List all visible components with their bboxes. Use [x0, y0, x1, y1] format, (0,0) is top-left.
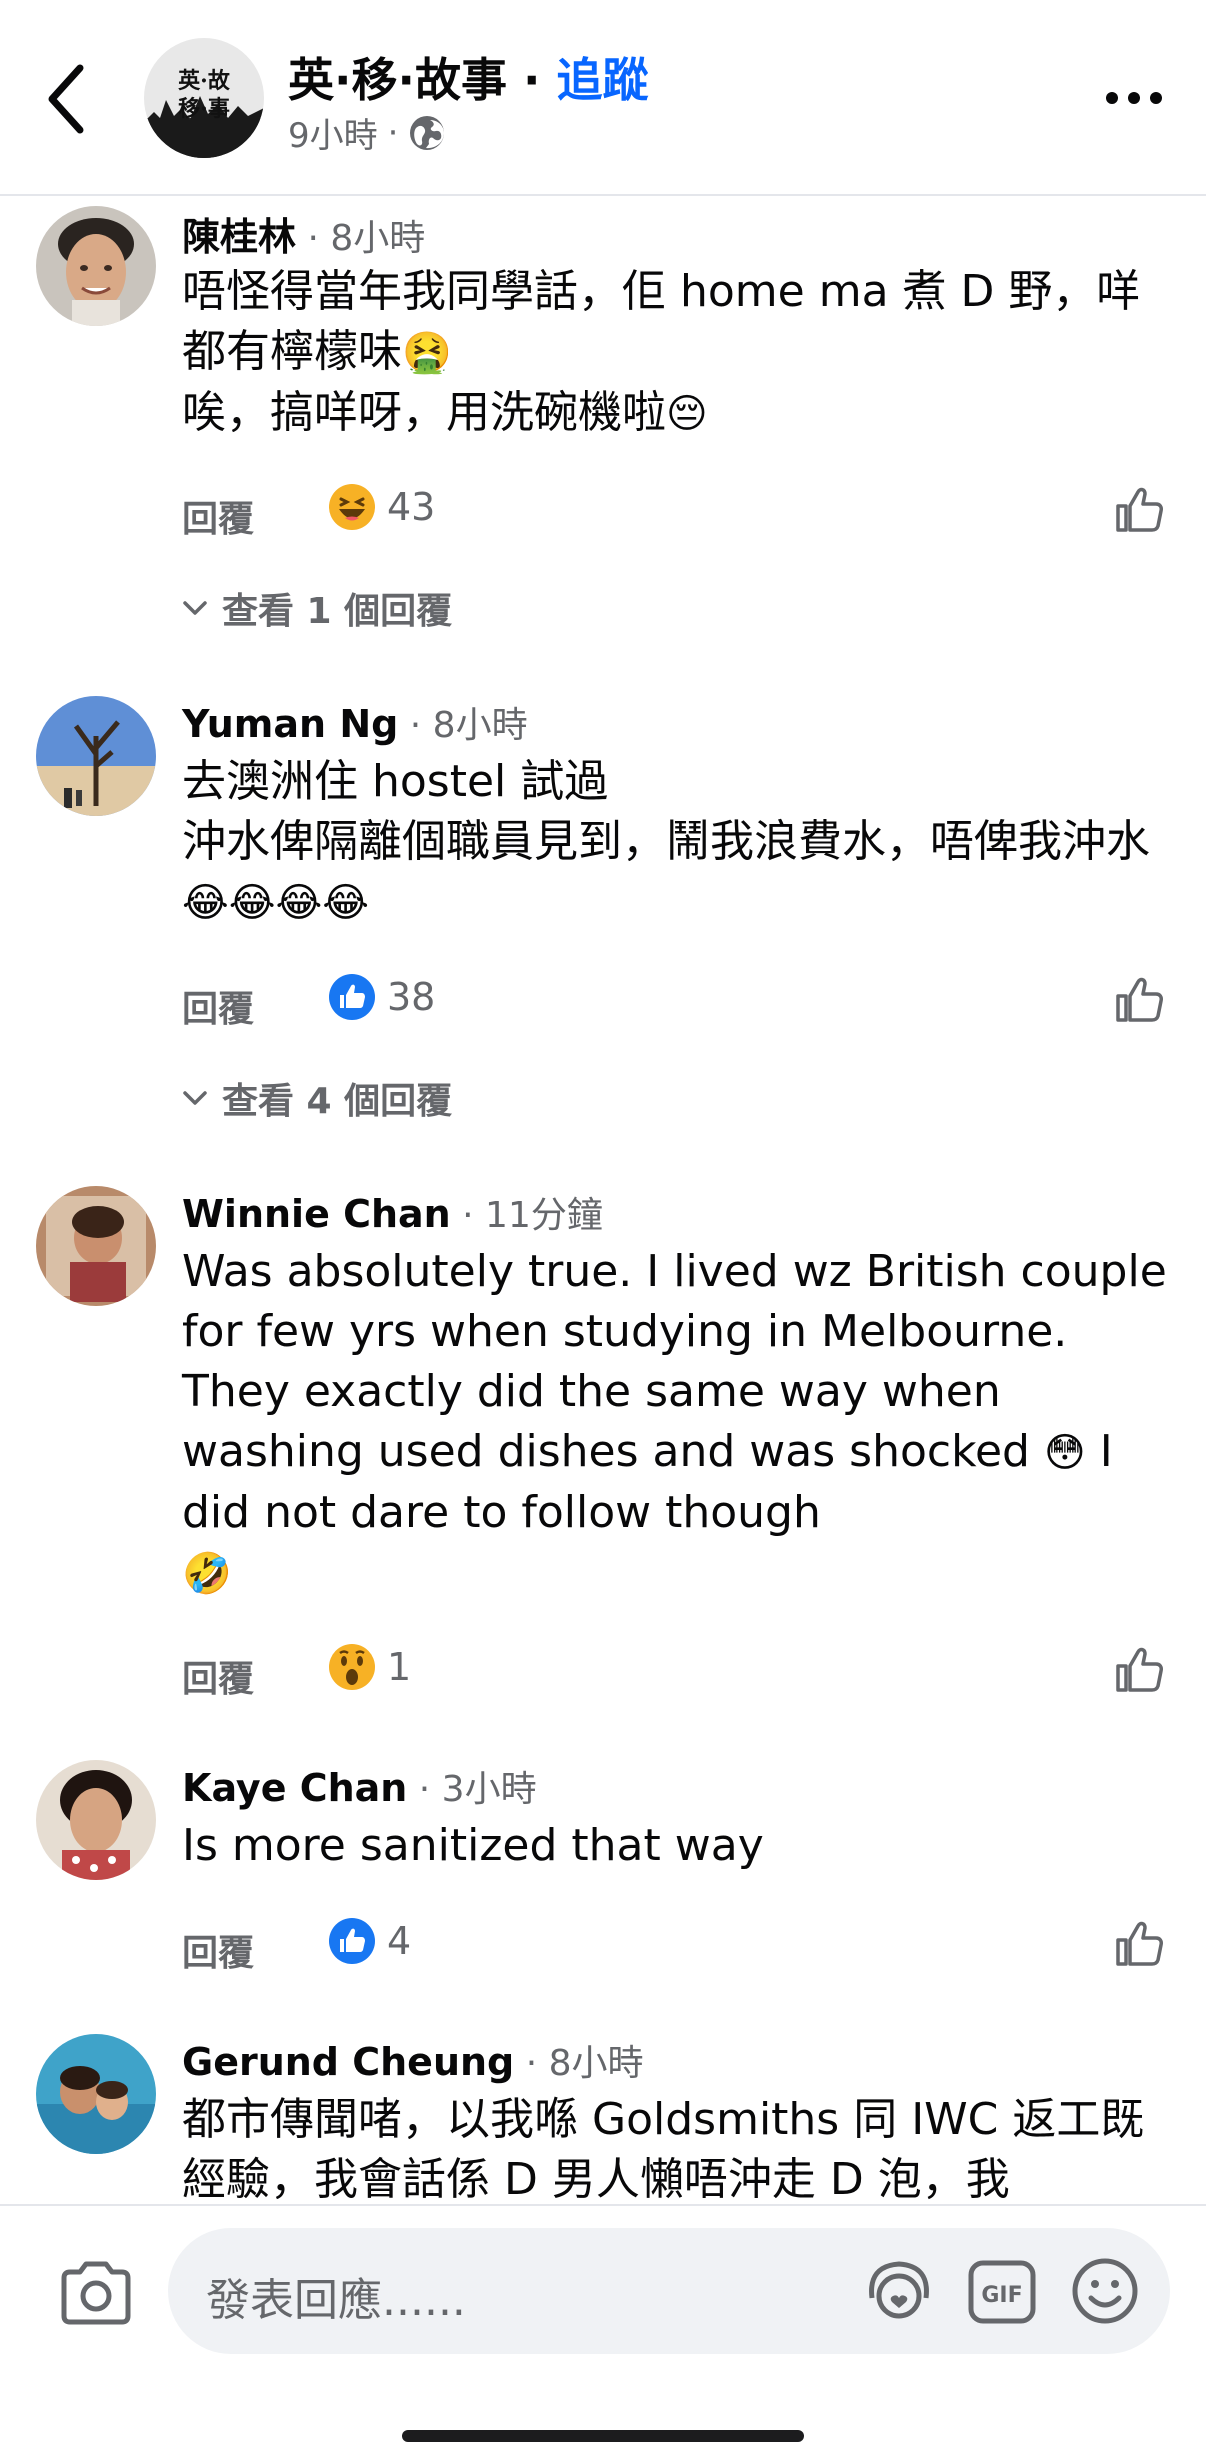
page-name[interactable]: 英·移·故事 [288, 53, 507, 107]
reaction-summary[interactable]: 4 [327, 1916, 411, 1966]
comment-text-line: Is more sanitized that way [182, 1820, 764, 1871]
reply-button[interactable]: 回覆 [182, 490, 254, 542]
comment-input-placeholder[interactable]: 發表回應...... [206, 2264, 466, 2328]
reaction-summary[interactable]: 43 [327, 482, 435, 532]
chevron-down-icon [183, 1091, 207, 1105]
haha-reaction-icon [329, 484, 375, 530]
comment-text: 唔怪得當年我同學話，佢 home ma 煮 D 野，咩都有檸檬味🤮 唉，搞咩呀，… [182, 262, 1172, 444]
title-separator: · [506, 53, 557, 107]
reply-button[interactable]: 回覆 [182, 1650, 254, 1702]
reply-button[interactable]: 回覆 [182, 980, 254, 1032]
commenter-avatar[interactable] [36, 696, 156, 816]
comment-text: 去澳洲住 hostel 試過 沖水俾隔離個職員見到，鬧我浪費水，唔俾我沖水 😂😂😂… [182, 752, 1172, 933]
like-outline-icon[interactable] [1114, 974, 1164, 1024]
follow-button[interactable]: 追蹤 [556, 53, 648, 107]
view-replies-link[interactable]: 查看 4 個回覆 [182, 1072, 452, 1124]
comment-time[interactable]: · 8小時 [398, 705, 528, 746]
comment-actions: 回覆 4 [182, 1916, 1172, 1976]
avatar-text-bottom: 移·事 [178, 96, 230, 122]
comment-actions: 回覆 43 [182, 482, 1172, 542]
avatar-text-top: 英·故 [178, 68, 231, 94]
chevron-down-icon [183, 601, 207, 615]
reaction-summary[interactable]: 1 [327, 1642, 411, 1692]
wow-reaction-icon [329, 1644, 375, 1690]
like-outline-icon[interactable] [1114, 1918, 1164, 1968]
comment-text-line: 沖水俾隔離個職員見到，鬧我浪費水，唔俾我沖水 [182, 816, 1150, 867]
comment-actions: 回覆 38 [182, 972, 1172, 1032]
post-header: 英·故 移·事 英·移·故事 · 追蹤 9小時 · [0, 0, 1206, 196]
vomit-emoji: 🤮 [402, 330, 452, 376]
globe-icon [410, 115, 445, 150]
comment-header: Gerund Cheung · 8小時 [182, 2034, 644, 2086]
commenter-avatar[interactable] [36, 1186, 156, 1306]
view-replies-label: 查看 4 個回覆 [222, 1081, 453, 1122]
comment-header: Kaye Chan · 3小時 [182, 1760, 537, 1812]
commenter-name[interactable]: 陳桂林 [182, 215, 296, 259]
comment-text: Is more sanitized that way [182, 1816, 1172, 1876]
commenter-name[interactable]: Kaye Chan [182, 1766, 407, 1810]
back-arrow-icon[interactable] [44, 62, 94, 136]
commenter-avatar[interactable] [36, 206, 156, 326]
reaction-count: 38 [387, 975, 436, 1019]
comment-time[interactable]: · 8小時 [514, 2043, 644, 2084]
comment-text-line: 都市傳聞啫，以我喺 Goldsmiths 同 IWC 返工既經驗，我會話係 D … [182, 2094, 1145, 2205]
commenter-name[interactable]: Winnie Chan [182, 1192, 451, 1236]
flushed-emoji: 😳 [1044, 1430, 1086, 1476]
like-outline-icon[interactable] [1114, 1644, 1164, 1694]
reaction-count: 4 [387, 1919, 412, 1963]
avatar-sticker-icon[interactable] [864, 2256, 934, 2326]
comment-composer: 發表回應...... GIF [0, 2204, 1206, 2464]
comment-header: 陳桂林 · 8小時 [182, 206, 425, 261]
comment-text-line: 唔怪得當年我同學話，佢 home ma 煮 D 野，咩都有檸檬味 [182, 266, 1141, 377]
post-time[interactable]: 9小時 [288, 108, 378, 157]
comment-actions: 回覆 1 [182, 1642, 1172, 1702]
like-reaction-icon [329, 1918, 375, 1964]
reply-button[interactable]: 回覆 [182, 1924, 254, 1976]
page-avatar[interactable]: 英·故 移·事 [144, 38, 264, 158]
home-indicator[interactable] [402, 2430, 804, 2442]
reaction-summary[interactable]: 38 [327, 972, 435, 1022]
more-options-icon[interactable] [1104, 86, 1164, 110]
comment-text: 都市傳聞啫，以我喺 Goldsmiths 同 IWC 返工既經驗，我會話係 D … [182, 2090, 1172, 2210]
comment-header: Winnie Chan · 11分鐘 [182, 1186, 603, 1238]
camera-icon[interactable] [58, 2260, 134, 2326]
post-meta: 9小時 · [288, 108, 446, 157]
like-reaction-icon [329, 974, 375, 1020]
reaction-count: 1 [387, 1645, 412, 1689]
commenter-name[interactable]: Gerund Cheung [182, 2040, 514, 2084]
meta-dot: · [387, 112, 399, 153]
view-replies-label: 查看 1 個回覆 [222, 591, 453, 632]
tears-of-joy-emoji: 😂😂😂😂 [182, 880, 369, 926]
comment-time[interactable]: · 8小時 [296, 218, 425, 259]
commenter-avatar[interactable] [36, 1760, 156, 1880]
rofl-emoji: 🤣 [182, 1551, 232, 1597]
commenter-avatar[interactable] [36, 2034, 156, 2154]
gif-label: GIF [981, 2283, 1022, 2308]
emoji-icon[interactable] [1070, 2256, 1140, 2326]
comment-text-line: Was absolutely true. I lived wz British … [182, 1246, 1167, 1477]
comment-text-line: 唉，搞咩呀，用洗碗機啦 [182, 387, 666, 438]
comment-time[interactable]: · 11分鐘 [451, 1195, 603, 1236]
comment-time[interactable]: · 3小時 [407, 1769, 537, 1810]
comment-text-line: 去澳洲住 hostel 試過 [182, 756, 609, 807]
page-title: 英·移·故事 · 追蹤 [288, 44, 648, 110]
gif-icon[interactable]: GIF [968, 2260, 1036, 2324]
pensive-emoji: 😔 [666, 391, 708, 437]
view-replies-link[interactable]: 查看 1 個回覆 [182, 582, 452, 634]
reaction-count: 43 [387, 485, 436, 529]
comment-text: Was absolutely true. I lived wz British … [182, 1242, 1172, 1604]
like-outline-icon[interactable] [1114, 484, 1164, 534]
commenter-name[interactable]: Yuman Ng [182, 702, 398, 746]
comment-header: Yuman Ng · 8小時 [182, 696, 528, 748]
